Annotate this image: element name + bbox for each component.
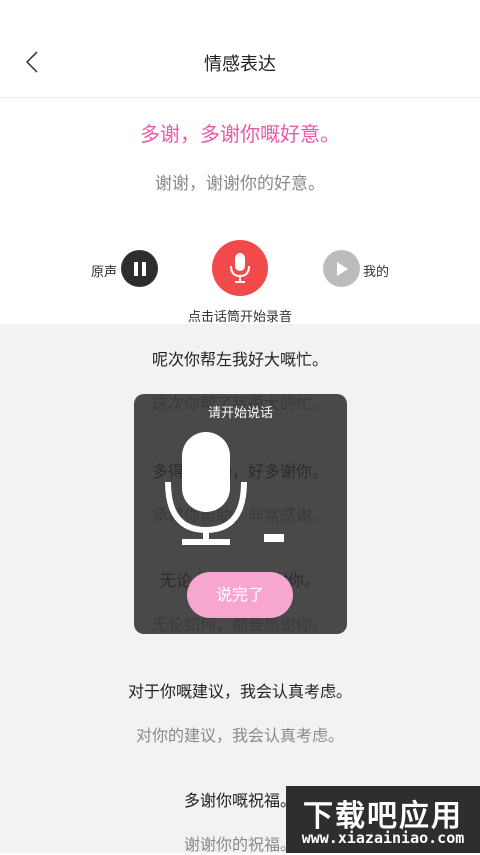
play-mine-button[interactable] <box>323 250 360 287</box>
list-item-mandarin: 对你的建议，我会认真考虑。 <box>135 726 344 745</box>
voice-input-dialog: 请开始说话 说完了 <box>134 394 347 634</box>
volume-level-indicator <box>264 534 284 542</box>
list-item-cantonese: 对于你嘅建议，我会认真考虑。 <box>127 682 352 701</box>
dialog-title: 请开始说话 <box>207 406 273 421</box>
watermark-url: www.xiazainiao.com <box>301 829 465 847</box>
original-audio-label: 原声 <box>91 265 118 280</box>
pause-icon <box>133 261 146 276</box>
play-icon <box>336 261 348 276</box>
microphone-icon <box>230 253 250 283</box>
pause-original-button[interactable] <box>121 250 158 287</box>
page-title: 情感表达 <box>204 54 276 75</box>
finish-speaking-button[interactable]: 说完了 <box>187 572 293 618</box>
playback-controls: 原声 我的 <box>0 237 480 301</box>
my-recording-label: 我的 <box>363 265 390 280</box>
record-hint: 点击话筒开始录音 <box>187 310 292 325</box>
list-item-cantonese: 呢次你帮左我好大嘅忙。 <box>151 350 328 369</box>
current-phrase: 多谢，多谢你嘅好意。 <box>140 122 340 146</box>
watermark: 下载吧应用 www.xiazainiao.com <box>286 786 480 853</box>
microphone-icon <box>165 432 247 545</box>
list-item[interactable]: 对于你嘅建议，我会认真考虑。 对你的建议，我会认真考虑。 <box>0 678 480 746</box>
header-bar: 情感表达 <box>0 0 480 98</box>
current-phrase-translation: 谢谢，谢谢你的好意。 <box>155 174 325 194</box>
record-button[interactable] <box>212 240 268 296</box>
